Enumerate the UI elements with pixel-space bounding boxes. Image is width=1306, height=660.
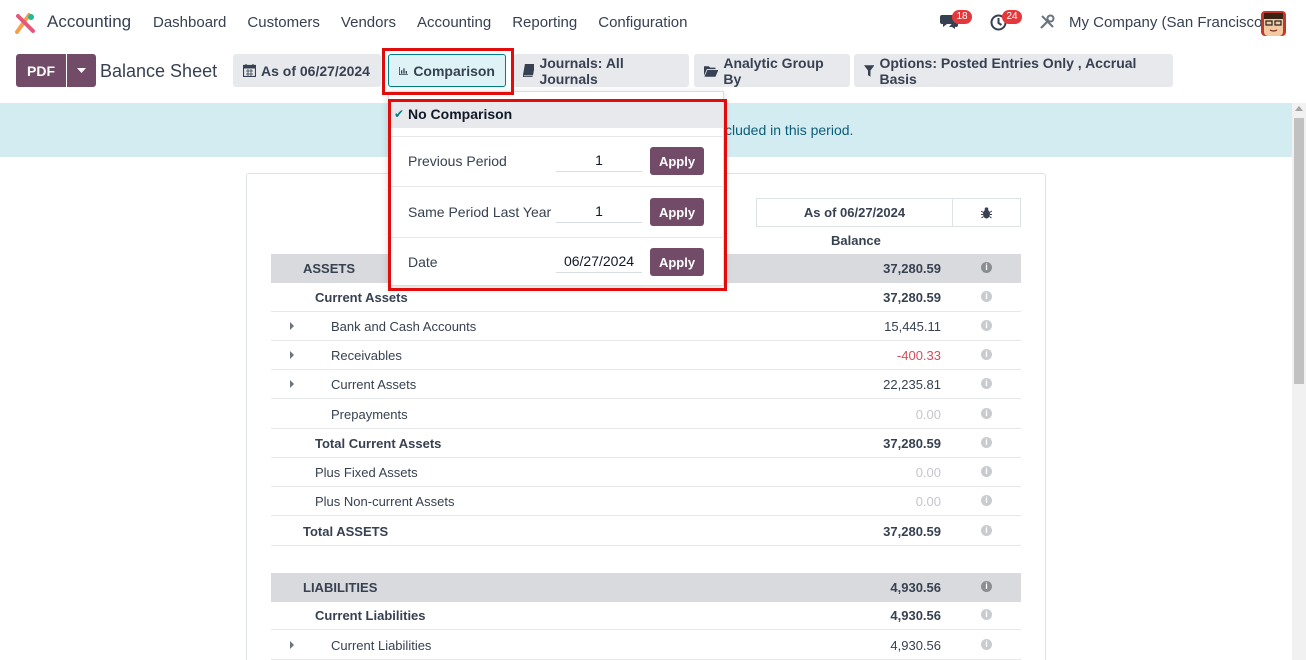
debug-column-header[interactable] [953,198,1021,227]
info-icon[interactable]: i [981,466,992,477]
options-filter-label: Options: Posted Entries Only , Accrual B… [879,54,1137,87]
info-icon[interactable]: i [981,495,992,506]
menu-reporting[interactable]: Reporting [512,14,577,31]
report-row-current-liabilities-detail[interactable]: Current Liabilities 4,930.56 i [271,631,1021,660]
row-amount[interactable]: 37,280.59 [883,290,941,305]
highlight-comparison-dropdown [388,99,727,291]
report-row-fixed-assets[interactable]: Plus Fixed Assets 0.00 i [271,458,1021,487]
info-icon[interactable]: i [981,639,992,650]
row-amount[interactable]: 0.00 [916,494,941,509]
info-icon[interactable]: i [981,378,992,389]
calendar-icon [243,64,256,77]
row-label: Current Liabilities [331,638,432,653]
options-filter-button[interactable]: Options: Posted Entries Only , Accrual B… [854,54,1173,87]
page-title: Balance Sheet [100,61,218,81]
company-switcher[interactable]: My Company (San Francisco) [1069,14,1267,31]
pdf-button[interactable]: PDF [16,54,66,87]
row-label: Total Current Assets [315,436,442,451]
journals-filter-label: Journals: All Journals [539,54,624,87]
main-menu: Dashboard Customers Vendors Accounting R… [153,14,708,31]
info-icon[interactable]: i [981,437,992,448]
debug-tools-icon[interactable] [1039,14,1055,30]
caret-down-icon [77,68,86,73]
info-icon[interactable]: i [981,262,992,273]
report-row-total-current-assets[interactable]: Total Current Assets 37,280.59 i [271,429,1021,458]
report-row-non-current-assets[interactable]: Plus Non-current Assets 0.00 i [271,487,1021,516]
analytic-group-by-button[interactable]: Analytic Group By [694,54,850,87]
info-icon[interactable]: i [981,581,992,592]
report-row-receivables[interactable]: Receivables -400.33 i [271,341,1021,370]
menu-accounting[interactable]: Accounting [417,14,491,31]
row-label: Prepayments [331,407,408,422]
row-label: Receivables [331,348,402,363]
pdf-dropdown-toggle[interactable] [67,54,96,87]
row-amount[interactable]: 4,930.56 [890,608,941,623]
filter-icon [864,64,875,77]
report-row-total-assets[interactable]: Total ASSETS 37,280.59 i [271,517,1021,546]
row-amount[interactable]: 37,280.59 [883,261,941,276]
row-amount[interactable]: -400.33 [897,348,941,363]
folder-open-icon [704,65,719,77]
date-filter-button[interactable]: As of 06/27/2024 [233,54,381,87]
messages-badge: 18 [952,10,972,24]
expand-caret-icon[interactable] [290,322,294,330]
report-row-bank-cash[interactable]: Bank and Cash Accounts 15,445.11 i [271,312,1021,341]
user-avatar[interactable] [1261,11,1286,36]
row-amount[interactable]: 15,445.11 [884,319,941,334]
report-row-current-assets-detail[interactable]: Current Assets 22,235.81 i [271,370,1021,399]
row-amount[interactable]: 22,235.81 [883,377,941,392]
date-filter-label: As of 06/27/2024 [261,62,370,79]
info-icon[interactable]: i [981,609,992,620]
expand-caret-icon[interactable] [290,351,294,359]
menu-dashboard[interactable]: Dashboard [153,14,226,31]
row-label: Total ASSETS [303,524,389,539]
book-icon [523,64,535,77]
journals-filter-button[interactable]: Journals: All Journals [513,54,689,87]
row-label: Current Liabilities [315,608,426,623]
accounting-app-icon[interactable] [15,12,37,34]
report-row-current-liabilities[interactable]: Current Liabilities 4,930.56 i [271,601,1021,630]
activities-badge: 24 [1002,10,1022,24]
info-icon[interactable]: i [981,408,992,419]
highlight-comparison-button [382,48,514,95]
row-label: Current Assets [331,377,417,392]
menu-customers[interactable]: Customers [247,14,320,31]
report-row-prepayments[interactable]: Prepayments 0.00 i [271,400,1021,429]
menu-configuration[interactable]: Configuration [598,14,687,31]
row-label: ASSETS [303,261,356,276]
top-navbar: Accounting Dashboard Customers Vendors A… [0,0,1306,46]
row-amount[interactable]: 4,930.56 [890,580,941,595]
info-icon[interactable]: i [981,291,992,302]
row-amount[interactable]: 37,280.59 [883,436,941,451]
report-row-liabilities[interactable]: LIABILITIES 4,930.56 i [271,573,1021,602]
bug-icon [981,206,992,218]
row-label: Plus Fixed Assets [315,465,418,480]
banner-text: cluded in this period. [725,122,854,138]
row-label: Plus Non-current Assets [315,494,455,509]
row-amount[interactable]: 4,930.56 [890,638,941,653]
row-amount[interactable]: 0.00 [916,465,941,480]
expand-caret-icon[interactable] [290,380,294,388]
info-icon[interactable]: i [981,320,992,331]
scrollbar-thumb[interactable] [1294,118,1304,384]
column-header-date[interactable]: As of 06/27/2024 [756,198,953,227]
analytic-group-by-label: Analytic Group By [723,54,824,87]
row-amount[interactable]: 0.00 [916,407,941,422]
expand-caret-icon[interactable] [290,641,294,649]
info-icon[interactable]: i [981,349,992,360]
row-label: Bank and Cash Accounts [331,319,477,334]
menu-vendors[interactable]: Vendors [341,14,396,31]
info-icon[interactable]: i [981,525,992,536]
scroll-up-arrow[interactable] [1295,106,1303,111]
balance-column-label: Balance [831,233,881,248]
row-label: Current Assets [315,290,408,305]
row-amount[interactable]: 37,280.59 [883,524,941,539]
app-name[interactable]: Accounting [47,12,131,32]
row-label: LIABILITIES [303,580,378,595]
